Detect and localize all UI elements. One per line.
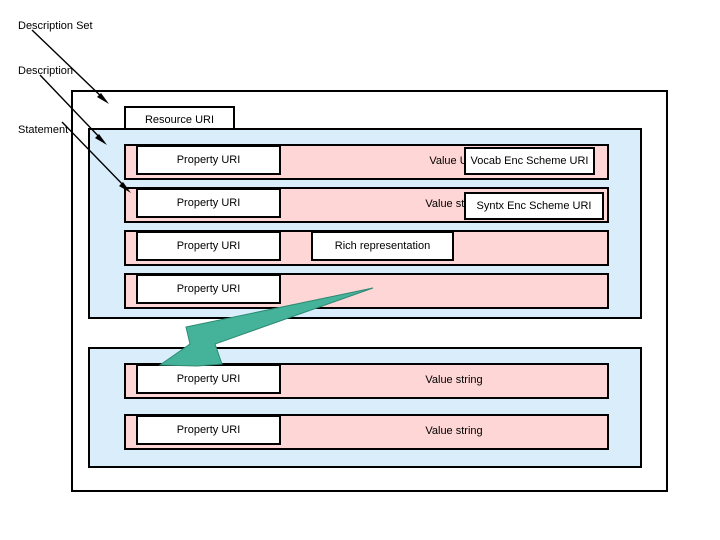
property-uri-cell: Property URI (136, 274, 281, 304)
resource-uri-label: Resource URI (144, 114, 215, 126)
vocab-enc-scheme-label: Vocab Enc Scheme URI (470, 155, 589, 167)
statement-row: Property URI Value string (124, 363, 609, 399)
vocab-enc-scheme-box: Vocab Enc Scheme URI (464, 147, 595, 175)
value-label: Value string (425, 425, 483, 437)
annotation-description-set: Description Set (18, 20, 93, 32)
statement-row: Property URI Rich representation (124, 230, 609, 266)
diagram-canvas: Description Set Description Statement Re… (0, 0, 720, 540)
value-label: Value string (425, 374, 483, 386)
syntax-enc-scheme-box: Syntx Enc Scheme URI (464, 192, 604, 220)
rich-representation-cell: Rich representation (311, 231, 454, 261)
annotation-description: Description (18, 65, 74, 77)
statement-row: Property URI (124, 273, 609, 309)
property-uri-cell: Property URI (136, 145, 281, 175)
syntax-enc-scheme-label: Syntx Enc Scheme URI (476, 200, 592, 212)
annotation-statement: Statement (18, 124, 69, 136)
property-uri-cell: Property URI (136, 415, 281, 445)
property-uri-cell: Property URI (136, 364, 281, 394)
statement-row: Property URI Value string (124, 414, 609, 450)
property-uri-cell: Property URI (136, 188, 281, 218)
property-uri-cell: Property URI (136, 231, 281, 261)
